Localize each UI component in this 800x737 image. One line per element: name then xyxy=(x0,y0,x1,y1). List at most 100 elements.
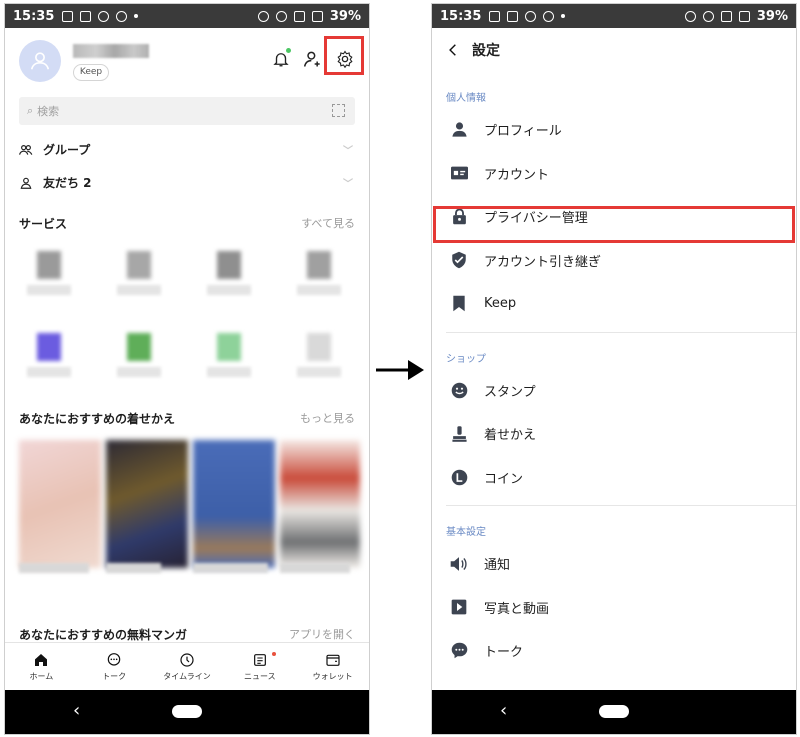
home-pill-icon[interactable] xyxy=(599,705,629,718)
theme-card[interactable] xyxy=(19,440,101,568)
battery-level: 39% xyxy=(329,8,361,24)
theme-card[interactable] xyxy=(193,440,275,568)
add-friend-icon[interactable] xyxy=(300,46,326,72)
bookmark-icon xyxy=(453,295,465,312)
search-placeholder: 検索 xyxy=(37,105,60,118)
manga-title: あなたにおすすめの無料マンガ xyxy=(19,627,188,642)
instagram-icon xyxy=(507,10,519,22)
mute-icon xyxy=(702,10,714,22)
group-icon xyxy=(19,144,33,155)
instagram-icon xyxy=(80,10,92,22)
dnd-icon xyxy=(116,10,128,22)
clock-icon xyxy=(180,652,194,667)
divider xyxy=(446,331,796,333)
settings-screen: 15:35 39% 設定 個人情報 プロフィール アカウント プライバシー管理 xyxy=(431,3,797,735)
tab-wallet[interactable]: ウォレット xyxy=(296,643,369,690)
chat-icon xyxy=(107,652,121,666)
profile-header: Keep xyxy=(5,28,369,93)
service-item[interactable] xyxy=(21,251,81,311)
wallet-icon xyxy=(325,654,340,666)
android-nav-bar: ‹ xyxy=(5,690,369,734)
more-dot-icon xyxy=(134,14,139,18)
back-icon[interactable]: ‹ xyxy=(73,700,80,721)
battery-icon xyxy=(738,10,750,22)
services-more-link[interactable]: すべて見る xyxy=(301,215,355,231)
scan-icon[interactable] xyxy=(332,104,345,117)
settings-item-coins[interactable]: コイン xyxy=(432,456,796,500)
app-icon xyxy=(525,10,537,22)
service-item[interactable] xyxy=(21,333,81,393)
services-grid xyxy=(5,233,369,408)
chat-bubble-icon xyxy=(451,642,467,659)
chevron-down-icon: ﹀ xyxy=(343,146,353,157)
settings-item-stickers[interactable]: スタンプ xyxy=(432,369,796,413)
friends-row[interactable]: 友だち 2 ﹀ xyxy=(5,166,369,199)
themes-header: あなたにおすすめの着せかえ もっと見る xyxy=(5,408,369,428)
bottom-tab-bar: ホーム トーク タイムライン ニュース ウォレット xyxy=(5,642,369,690)
mute-icon xyxy=(275,10,287,22)
service-item[interactable] xyxy=(291,333,351,393)
manga-header: あなたにおすすめの無料マンガ アプリを開く xyxy=(5,624,369,644)
service-item[interactable] xyxy=(111,251,171,311)
divider xyxy=(446,505,796,506)
service-item[interactable] xyxy=(291,251,351,311)
themes-more-link[interactable]: もっと見る xyxy=(300,410,355,426)
vibrate-icon xyxy=(684,10,696,22)
manga-more-link[interactable]: アプリを開く xyxy=(289,626,355,642)
theme-label-blurred xyxy=(19,563,89,573)
shield-icon xyxy=(452,252,466,269)
news-icon xyxy=(253,653,266,666)
home-screen: 15:35 39% Keep ⌕ 検索 グループ ﹀ 友だち 2 ﹀ サービス … xyxy=(4,3,370,735)
back-icon[interactable]: ‹ xyxy=(500,700,507,721)
search-bar[interactable]: ⌕ 検索 xyxy=(19,97,355,125)
settings-item-notifications[interactable]: 通知 xyxy=(432,542,796,586)
themes-title: あなたにおすすめの着せかえ xyxy=(19,411,176,426)
settings-item-keep[interactable]: Keep xyxy=(432,282,796,326)
settings-highlight-box xyxy=(324,36,364,75)
home-icon xyxy=(35,653,48,666)
settings-item-chats[interactable]: トーク xyxy=(432,629,796,673)
tab-home[interactable]: ホーム xyxy=(5,643,78,690)
service-item[interactable] xyxy=(201,333,261,393)
tab-timeline[interactable]: タイムライン xyxy=(151,643,224,690)
service-item[interactable] xyxy=(111,333,171,393)
status-time: 15:35 xyxy=(440,8,482,24)
vibrate-icon xyxy=(257,10,269,22)
avatar[interactable] xyxy=(19,40,61,82)
groups-label: グループ xyxy=(43,143,91,157)
status-time: 15:35 xyxy=(13,8,55,24)
settings-item-photos-videos[interactable]: 写真と動画 xyxy=(432,586,796,630)
app-icon xyxy=(98,10,110,22)
bell-icon[interactable] xyxy=(268,46,294,72)
group-label-shop: ショップ xyxy=(446,353,486,365)
groups-row[interactable]: グループ ﹀ xyxy=(5,133,369,166)
dnd-icon xyxy=(543,10,555,22)
settings-item-transfer[interactable]: アカウント引き継ぎ xyxy=(432,239,796,283)
android-nav-bar: ‹ xyxy=(432,690,796,734)
themes-carousel xyxy=(5,428,369,613)
theme-card[interactable] xyxy=(106,440,188,568)
battery-level: 39% xyxy=(756,8,788,24)
theme-card[interactable] xyxy=(280,440,360,568)
settings-item-profile[interactable]: プロフィール xyxy=(432,108,796,152)
settings-header: 設定 xyxy=(432,28,796,72)
profile-name-blurred xyxy=(73,44,149,58)
friends-label: 友だち 2 xyxy=(43,176,92,190)
tab-talk[interactable]: トーク xyxy=(78,643,151,690)
brush-icon xyxy=(451,425,467,442)
group-label-personal: 個人情報 xyxy=(446,93,486,104)
coin-icon xyxy=(451,469,467,486)
status-bar: 15:35 39% xyxy=(5,4,369,28)
status-bar: 15:35 39% xyxy=(432,4,796,28)
keep-chip[interactable]: Keep xyxy=(73,64,109,81)
back-chevron-icon[interactable] xyxy=(446,43,460,57)
service-item[interactable] xyxy=(201,251,261,311)
settings-item-themes[interactable]: 着せかえ xyxy=(432,412,796,456)
arrow-right-icon xyxy=(376,360,424,380)
play-icon xyxy=(451,599,467,615)
settings-item-account[interactable]: アカウント xyxy=(432,152,796,196)
home-pill-icon[interactable] xyxy=(172,705,202,718)
tab-news[interactable]: ニュース xyxy=(223,643,296,690)
friend-icon xyxy=(20,177,32,189)
smile-icon xyxy=(451,382,467,399)
